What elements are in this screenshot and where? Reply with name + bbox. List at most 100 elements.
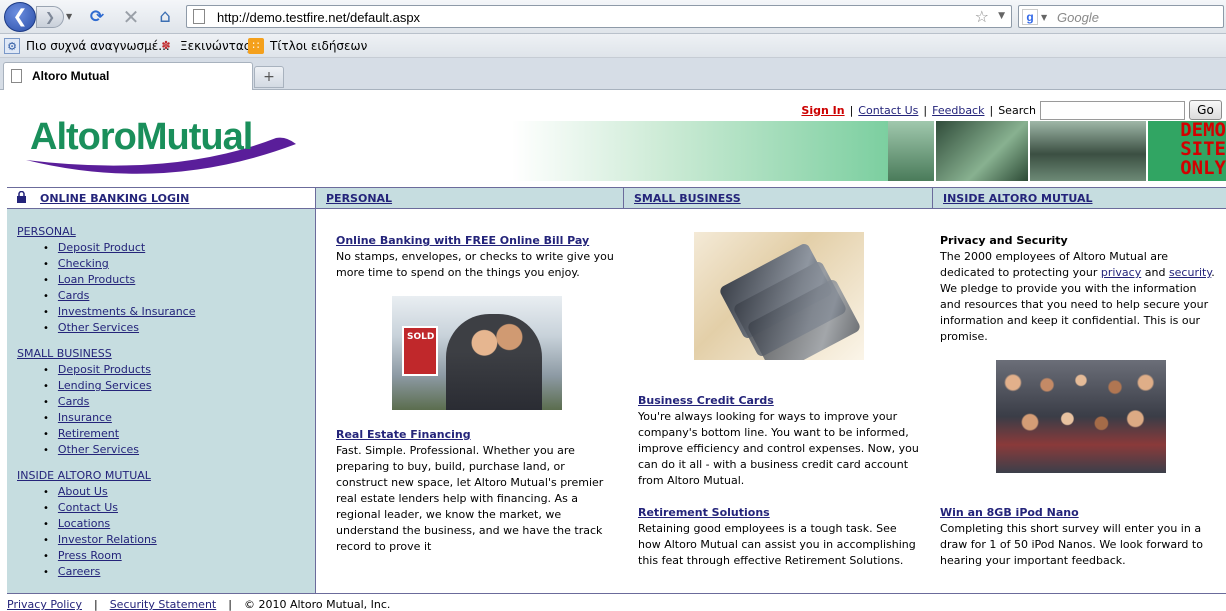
sidebar-item-deposit-product[interactable]: Deposit Product [58, 241, 145, 254]
sidebar-item-careers[interactable]: Careers [58, 565, 101, 578]
sidebar-item-loan-products[interactable]: Loan Products [58, 273, 135, 286]
sidebar-item-business-other-services[interactable]: Other Services [58, 443, 139, 456]
couple-figure [446, 314, 542, 410]
online-banking-login-link[interactable]: ONLINE BANKING LOGIN [40, 192, 189, 205]
forward-button[interactable]: ❯ [36, 6, 64, 28]
inside-altoro-tab-link[interactable]: INSIDE ALTORO MUTUAL [943, 192, 1093, 205]
list-item: Locations [43, 517, 157, 533]
arrow-right-icon: ❯ [44, 10, 56, 24]
left-sidebar: PERSONAL Deposit Product Checking Loan P… [7, 209, 316, 593]
google-icon[interactable]: g [1022, 9, 1038, 25]
banner-photo-woman [888, 121, 934, 181]
credit-cards-text: You're always looking for ways to improv… [638, 410, 919, 487]
header-links: Sign In | Contact Us | Feedback | Search… [801, 100, 1222, 120]
sidebar-item-checking[interactable]: Checking [58, 257, 109, 270]
sidebar-item-contact-us[interactable]: Contact Us [58, 501, 118, 514]
browser-search-placeholder[interactable]: Google [1057, 10, 1099, 25]
list-item: Other Services [43, 443, 151, 459]
sidebar-item-insurance[interactable]: Insurance [58, 411, 112, 424]
bookmark-most-visited[interactable]: ⚙ Πιο συχνά αναγνωσμέ... [4, 38, 170, 54]
bookmark-getting-started[interactable]: ✽ Ξεκινώντας [158, 38, 251, 54]
privacy-policy-link[interactable]: Privacy Policy [7, 598, 82, 611]
sidebar-item-investments[interactable]: Investments & Insurance [58, 305, 196, 318]
search-label: Search [998, 103, 1036, 117]
small-business-tab-link[interactable]: SMALL BUSINESS [634, 192, 741, 205]
stop-icon[interactable]: ✕ [120, 6, 142, 28]
history-dropdown-icon[interactable]: ▼ [66, 12, 72, 21]
list-item: Loan Products [43, 273, 195, 289]
reload-icon[interactable]: ⟳ [86, 6, 108, 28]
sidebar-business-heading[interactable]: SMALL BUSINESS [17, 347, 112, 360]
sidebar-item-cards[interactable]: Cards [58, 289, 89, 302]
search-engine-dropdown-icon[interactable]: ▼ [1041, 13, 1047, 22]
contact-us-link[interactable]: Contact Us [858, 104, 918, 117]
separator: | [849, 103, 854, 117]
privacy-link[interactable]: privacy [1101, 266, 1141, 279]
web-page: AltoroMutual Sign In | Contact Us | Feed… [0, 90, 1226, 611]
sold-sign-text: SOLD [407, 332, 435, 342]
privacy-heading: Privacy and Security [940, 234, 1068, 247]
list-item: Cards [43, 395, 151, 411]
security-statement-link[interactable]: Security Statement [110, 598, 217, 611]
list-item: Checking [43, 257, 195, 273]
sidebar-item-press-room[interactable]: Press Room [58, 549, 122, 562]
plus-icon: + [263, 69, 275, 85]
new-tab-button[interactable]: + [254, 66, 284, 88]
bookmarks-toolbar: ⚙ Πιο συχνά αναγνωσμέ... ✽ Ξεκινώντας ∷ … [0, 34, 1226, 58]
business-credit-cards-heading-link[interactable]: Business Credit Cards [638, 394, 774, 407]
sidebar-personal-list: Deposit Product Checking Loan Products C… [43, 241, 196, 337]
sign-in-link[interactable]: Sign In [801, 104, 844, 117]
list-item: Lending Services [43, 379, 152, 395]
sidebar-item-investor-relations[interactable]: Investor Relations [58, 533, 157, 546]
security-link[interactable]: security [1169, 266, 1211, 279]
back-button[interactable]: ❮ [4, 2, 36, 32]
personal-tab-link[interactable]: PERSONAL [326, 192, 392, 205]
page-icon [193, 9, 205, 24]
online-banking-text: No stamps, envelopes, or checks to write… [336, 250, 614, 279]
navigation-toolbar: ❮ ❯ ▼ ⟳ ✕ ⌂ http://demo.testfire.net/def… [0, 0, 1226, 34]
retirement-solutions-heading-link[interactable]: Retirement Solutions [638, 506, 770, 519]
sidebar-item-business-cards[interactable]: Cards [58, 395, 89, 408]
list-item: Retirement [43, 427, 151, 443]
url-dropdown-icon[interactable]: ▼ [998, 11, 1005, 21]
home-icon[interactable]: ⌂ [154, 6, 176, 28]
menu-online-banking-login: ONLINE BANKING LOGIN [7, 188, 316, 208]
list-item: Press Room [43, 549, 157, 565]
separator: | [989, 103, 994, 117]
tab-altoro-mutual[interactable]: Altoro Mutual [3, 62, 253, 90]
sidebar-personal-heading[interactable]: PERSONAL [17, 225, 76, 238]
go-button[interactable]: Go [1189, 100, 1222, 120]
bookmark-label: Ξεκινώντας [180, 39, 251, 53]
sidebar-item-deposit-products[interactable]: Deposit Products [58, 363, 151, 376]
most-visited-icon: ⚙ [4, 38, 20, 54]
list-item: Other Services [43, 321, 195, 337]
altoro-mutual-logo[interactable]: AltoroMutual [24, 108, 304, 180]
feedback-link[interactable]: Feedback [932, 104, 984, 117]
sidebar-item-retirement[interactable]: Retirement [58, 427, 119, 440]
online-banking-heading-link[interactable]: Online Banking with FREE Online Bill Pay [336, 234, 589, 247]
sidebar-item-other-services[interactable]: Other Services [58, 321, 139, 334]
bookmark-latest-headlines[interactable]: ∷ Τίτλοι ειδήσεων [248, 38, 367, 54]
content-column-personal: Online Banking with FREE Online Bill Pay… [336, 233, 618, 281]
real-estate-heading-link[interactable]: Real Estate Financing [336, 428, 471, 441]
list-item: Investor Relations [43, 533, 157, 549]
sidebar-item-lending-services[interactable]: Lending Services [58, 379, 152, 392]
employees-crowd-photo [996, 360, 1166, 473]
url-text[interactable]: http://demo.testfire.net/default.aspx [217, 10, 420, 25]
address-bar[interactable]: http://demo.testfire.net/default.aspx ☆ … [186, 5, 1012, 28]
sidebar-item-about-us[interactable]: About Us [58, 485, 108, 498]
ipod-nano-heading-link[interactable]: Win an 8GB iPod Nano [940, 506, 1079, 519]
browser-search-box[interactable]: g ▼ Google [1018, 5, 1224, 28]
logo-text: AltoroMutual [30, 116, 253, 158]
tab-title: Altoro Mutual [32, 69, 110, 83]
sidebar-item-locations[interactable]: Locations [58, 517, 110, 530]
header-banner: DEMO SITE ONLY [512, 121, 1226, 181]
retirement-block: Retirement Solutions Retaining good empl… [638, 505, 922, 569]
bookmark-star-icon[interactable]: ☆ [975, 7, 989, 26]
banner-photo-meeting [1030, 121, 1146, 181]
list-item: Insurance [43, 411, 151, 427]
sidebar-inside-heading[interactable]: INSIDE ALTORO MUTUAL [17, 469, 151, 482]
banner-photo-keyboard [936, 121, 1028, 181]
main-menu: ONLINE BANKING LOGIN PERSONAL SMALL BUSI… [7, 187, 1226, 209]
site-search-input[interactable] [1040, 100, 1185, 120]
